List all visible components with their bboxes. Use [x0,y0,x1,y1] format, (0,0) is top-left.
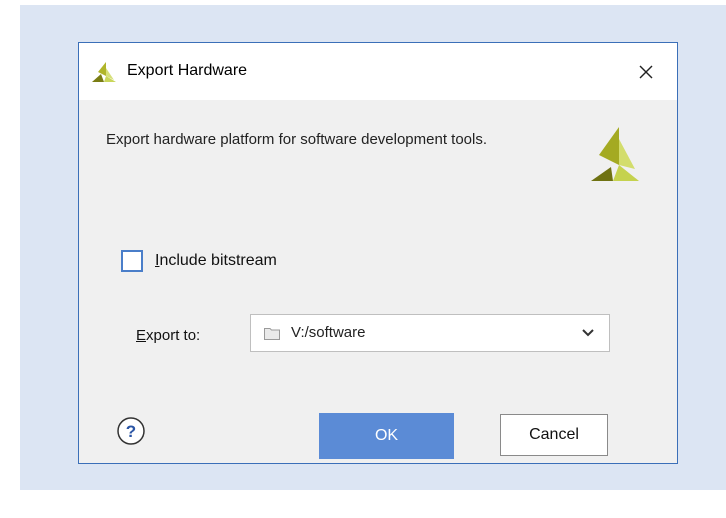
include-bitstream-option[interactable]: Include bitstream [121,248,277,274]
dialog-description: Export hardware platform for software de… [106,131,488,148]
chevron-down-icon [582,329,594,337]
export-to-value: V:/software [291,324,366,341]
help-button[interactable]: ? [116,416,146,446]
folder-icon [264,328,280,340]
close-icon [639,65,653,79]
xilinx-logo-icon [92,62,116,82]
help-icon: ? [117,417,145,445]
svg-text:?: ? [126,422,136,441]
close-button[interactable] [631,57,661,87]
export-to-dropdown[interactable]: V:/software [250,314,610,352]
dialog-title: Export Hardware [127,62,248,79]
export-to-label: Export to: [136,327,201,344]
ok-button[interactable]: OK [319,413,454,459]
xilinx-logo-icon [591,127,639,181]
include-bitstream-checkbox[interactable] [121,250,143,272]
include-bitstream-label: Include bitstream [155,252,277,269]
export-hardware-dialog: Export Hardware Export hardware platform… [78,42,678,464]
cancel-button[interactable]: Cancel [500,414,608,456]
title-bar: Export Hardware [79,43,677,100]
